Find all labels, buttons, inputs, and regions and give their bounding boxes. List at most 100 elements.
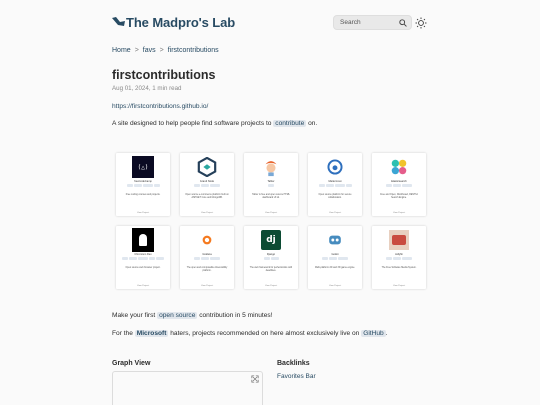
project-description: Free and Open, Distributed, RESTful Sear… (380, 194, 418, 199)
project-tag (386, 184, 392, 187)
project-name: Godot (331, 253, 339, 256)
project-tag (142, 184, 153, 187)
project-tags (119, 257, 167, 260)
project-tag (393, 257, 401, 260)
view-project-link[interactable]: View Project (372, 285, 426, 287)
site-title[interactable]: The Madpro's Lab (126, 15, 235, 30)
project-card[interactable]: Chromium Dev Open source web browser proj… (116, 226, 170, 289)
paragraph-first-contribution: Make your first open source contribution… (112, 312, 273, 319)
project-card[interactable]: Grand Node Open source e-commerce platfor… (180, 153, 234, 216)
project-description: Free coding courses and projects. (125, 194, 161, 196)
project-description: The Free Software Media System. (381, 267, 417, 269)
project-tag (270, 257, 279, 260)
project-tag (210, 257, 220, 260)
project-description: Tabler is free and open source HTML dash… (252, 194, 290, 199)
project-tag (201, 184, 209, 187)
graph-view-canvas[interactable] (112, 371, 263, 405)
project-tag (268, 184, 274, 187)
project-tags (311, 184, 359, 187)
project-tag (329, 257, 337, 260)
project-card[interactable]: Godot Multi-platform 2D and 3D game engin… (308, 226, 362, 289)
backlink-item[interactable]: Favorites Bar (277, 373, 316, 380)
breadcrumb: Home > favs > firstcontributions (112, 47, 219, 54)
project-name: Elasticsearch (391, 180, 407, 183)
project-name: Jellyfin (395, 253, 403, 256)
theme-toggle-sun-icon[interactable] (415, 17, 427, 29)
project-card[interactable]: Grafana The open and composable observabi… (180, 226, 234, 289)
view-project-link[interactable]: View Project (116, 212, 170, 214)
project-card[interactable]: (△) freeCodeCamp Free coding courses and p… (116, 153, 170, 216)
project-tag (263, 257, 270, 260)
project-name: Grand Node (199, 180, 215, 183)
tag-open-source[interactable]: open source (157, 312, 198, 319)
project-tag (210, 184, 220, 187)
project-tag (338, 257, 348, 260)
view-project-link[interactable]: View Project (116, 285, 170, 287)
freecodecamp-logo-icon: (△) (132, 156, 154, 178)
search-placeholder: Search (340, 19, 361, 26)
project-tags (247, 184, 295, 187)
search-box[interactable]: Search (333, 15, 412, 30)
project-tag (126, 184, 133, 187)
view-project-link[interactable]: View Project (308, 212, 362, 214)
page-meta: Aug 01, 2024, 1 min read (112, 85, 182, 92)
graph-view-title: Graph View (112, 360, 151, 367)
project-tag (386, 257, 392, 260)
project-tag (129, 257, 137, 260)
project-card[interactable]: dj Django The web framework for perfection… (244, 226, 298, 289)
project-card[interactable]: Tabler Tabler is free and open source HTM… (244, 153, 298, 216)
page-title: firstcontributions (112, 68, 216, 82)
project-name: Chromium Dev (134, 253, 152, 256)
jellyfin-logo-icon (388, 229, 410, 251)
project-tag (325, 184, 334, 187)
view-project-link[interactable]: View Project (180, 285, 234, 287)
project-tag (402, 184, 412, 187)
project-card[interactable]: Elasticsearch Free and Open, Distributed,… (372, 153, 426, 216)
chromium-logo-icon (132, 228, 154, 252)
expand-graph-icon[interactable] (251, 375, 259, 383)
grandnode-logo-icon (196, 156, 218, 178)
tag-microsoft[interactable]: Microsoft (134, 330, 169, 337)
breadcrumb-current: firstcontributions (167, 47, 219, 54)
breadcrumb-favs[interactable]: favs (143, 47, 156, 54)
external-link[interactable]: https://firstcontributions.github.io/ (112, 103, 208, 110)
view-project-link[interactable]: View Project (308, 285, 362, 287)
project-description: The web framework for perfectionists wit… (249, 267, 293, 272)
project-tags (119, 184, 167, 187)
view-project-link[interactable]: View Project (244, 285, 298, 287)
site-logo-icon (112, 17, 125, 26)
tag-contribute[interactable]: contribute (273, 120, 307, 127)
view-project-link[interactable]: View Project (244, 212, 298, 214)
view-project-link[interactable]: View Project (372, 212, 426, 214)
project-tag (153, 184, 160, 187)
project-tag (156, 257, 164, 260)
project-tags (183, 184, 231, 187)
project-card[interactable]: Jellyfin The Free Software Media System. V… (372, 226, 426, 289)
mattermost-logo-icon (324, 156, 346, 178)
header: The Madpro's Lab Search (112, 13, 430, 33)
project-tag (402, 257, 412, 260)
view-project-link[interactable]: View Project (180, 212, 234, 214)
elastic-logo-icon (388, 156, 410, 178)
project-name: Grafana (202, 253, 212, 256)
project-tag (345, 184, 352, 187)
project-description: Open source platform for secure collabor… (318, 194, 352, 199)
tag-github[interactable]: GitHub (361, 330, 386, 337)
project-tags (311, 257, 359, 260)
project-tag (194, 257, 200, 260)
project-tag (133, 184, 142, 187)
grafana-logo-icon (196, 229, 218, 251)
project-tag (322, 257, 328, 260)
project-name: Tabler (267, 180, 275, 183)
project-description: Multi-platform 2D and 3D game engine. (314, 267, 356, 269)
breadcrumb-home[interactable]: Home (112, 47, 131, 54)
project-name: Django (266, 253, 276, 256)
project-card[interactable]: Mattermost Open source platform for secur… (308, 153, 362, 216)
backlinks-title: Backlinks (277, 360, 310, 367)
project-name: Mattermost (328, 180, 342, 183)
page-description: A site designed to help people find soft… (112, 120, 318, 127)
project-tags (183, 257, 231, 260)
tabler-logo-icon (260, 156, 282, 178)
project-name: freeCodeCamp (134, 180, 152, 183)
site-logo-link[interactable]: The Madpro's Lab (112, 13, 235, 31)
